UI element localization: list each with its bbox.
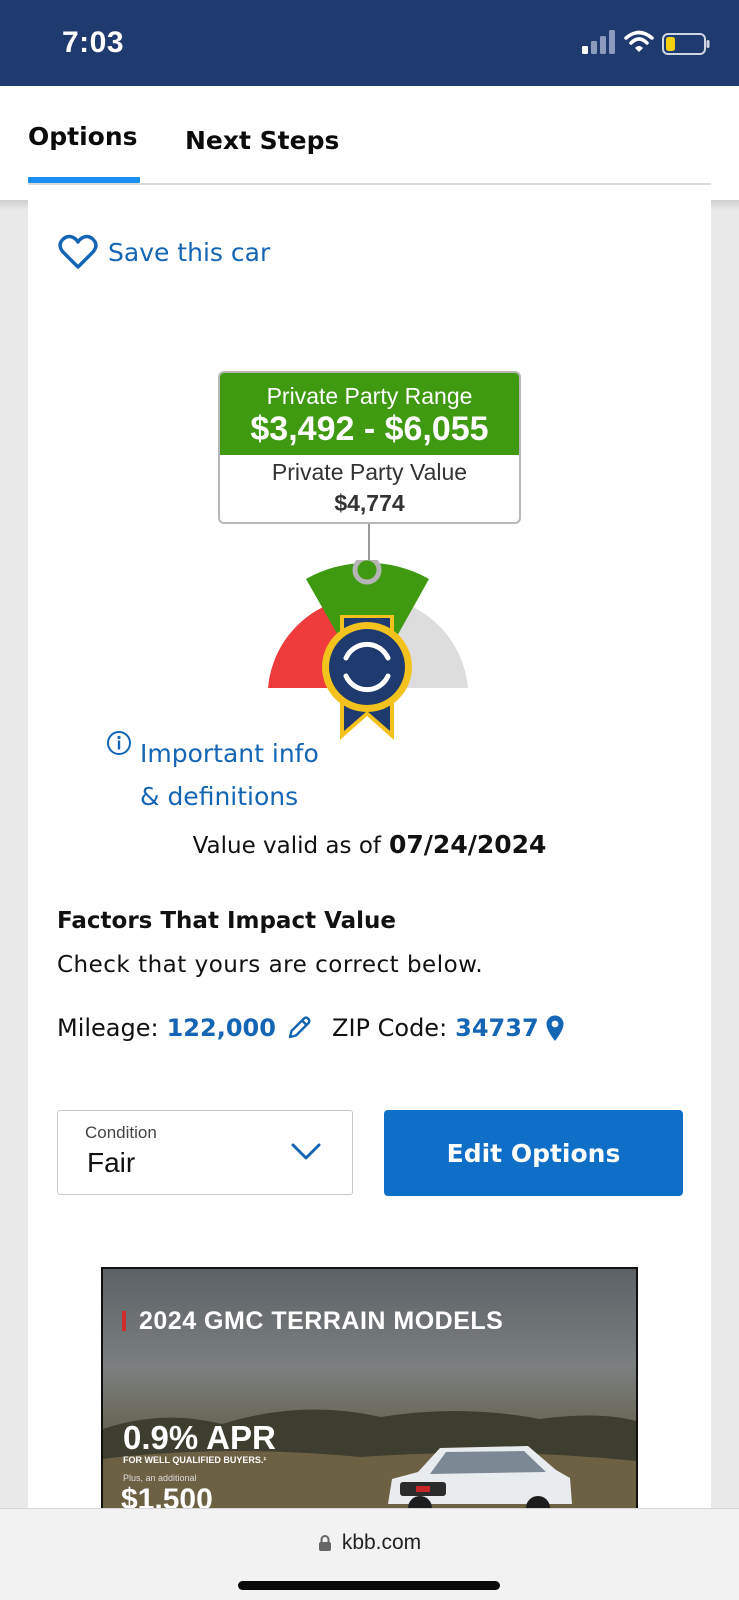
map-pin-icon[interactable] bbox=[545, 1014, 565, 1042]
value-section: Private Party Value $4,774 bbox=[220, 455, 519, 517]
wifi-icon bbox=[624, 30, 654, 52]
status-bar: 7:03 bbox=[0, 0, 739, 86]
mileage-label: Mileage: bbox=[57, 1014, 159, 1042]
range-amount: $3,492 - $6,055 bbox=[250, 410, 489, 448]
private-party-value-amount: $4,774 bbox=[334, 490, 405, 516]
ad-qualifier: FOR WELL QUALIFIED BUYERS.¹ bbox=[123, 1455, 267, 1465]
info-circle-icon bbox=[107, 731, 131, 755]
mileage-edit[interactable]: Mileage: 122,000 bbox=[57, 1014, 312, 1042]
valuation-card: Save this car Private Party Range $3,492… bbox=[28, 200, 711, 1517]
gmc-advertisement[interactable]: 2024 GMC TERRAIN MODELS 0.9% APR FOR WEL… bbox=[101, 1267, 638, 1517]
private-party-value-label: Private Party Value bbox=[271, 459, 468, 485]
heart-outline-icon bbox=[58, 234, 98, 269]
range-header: Private Party Range $3,492 - $6,055 bbox=[220, 373, 519, 455]
tab-options[interactable]: Options bbox=[28, 122, 138, 151]
zip-code-edit[interactable]: ZIP Code: 34737 bbox=[332, 1014, 565, 1042]
condition-label: Condition bbox=[85, 1123, 157, 1142]
ad-title: 2024 GMC TERRAIN MODELS bbox=[139, 1307, 504, 1335]
save-car-label: Save this car bbox=[108, 237, 271, 267]
condition-value: Fair bbox=[87, 1147, 136, 1178]
tab-bar: Options Next Steps bbox=[0, 86, 739, 200]
ad-apr: 0.9% APR bbox=[123, 1419, 276, 1456]
important-info-label: Important info & definitions bbox=[140, 739, 319, 811]
factors-subtitle: Check that yours are correct below. bbox=[57, 952, 484, 978]
tab-next-steps[interactable]: Next Steps bbox=[185, 126, 339, 155]
condition-select[interactable]: Condition Fair bbox=[57, 1110, 353, 1195]
value-gauge bbox=[268, 560, 468, 740]
edit-options-button[interactable]: Edit Options bbox=[384, 1110, 683, 1196]
valid-prefix: Value valid as of bbox=[192, 833, 381, 859]
save-car-link[interactable]: Save this car bbox=[58, 234, 270, 270]
ad-accent-bar bbox=[122, 1311, 126, 1331]
pencil-icon[interactable] bbox=[286, 1015, 312, 1041]
private-party-range-box: Private Party Range $3,492 - $6,055 Priv… bbox=[218, 371, 521, 524]
value-valid-date: Value valid as of 07/24/2024 bbox=[28, 830, 711, 859]
home-indicator[interactable] bbox=[238, 1581, 500, 1590]
browser-bottom-bar: kbb.com bbox=[0, 1508, 739, 1600]
zip-label: ZIP Code: bbox=[332, 1014, 448, 1042]
valid-date: 07/24/2024 bbox=[389, 830, 547, 859]
ad-plus-text: Plus, an additional bbox=[123, 1473, 197, 1483]
url-text: kbb.com bbox=[341, 1531, 422, 1554]
range-title: Private Party Range bbox=[266, 383, 473, 409]
factors-title: Factors That Impact Value bbox=[57, 908, 397, 934]
cellular-signal-icon bbox=[582, 30, 615, 54]
address-bar[interactable]: kbb.com bbox=[0, 1531, 739, 1555]
gmc-suv-image bbox=[388, 1446, 572, 1515]
lock-icon bbox=[318, 1535, 331, 1551]
tab-divider bbox=[28, 183, 711, 185]
mileage-value[interactable]: 122,000 bbox=[167, 1014, 276, 1042]
zip-value[interactable]: 34737 bbox=[455, 1014, 539, 1042]
chevron-down-icon bbox=[291, 1143, 321, 1160]
status-time: 7:03 bbox=[62, 26, 125, 59]
battery-low-icon bbox=[662, 33, 710, 55]
